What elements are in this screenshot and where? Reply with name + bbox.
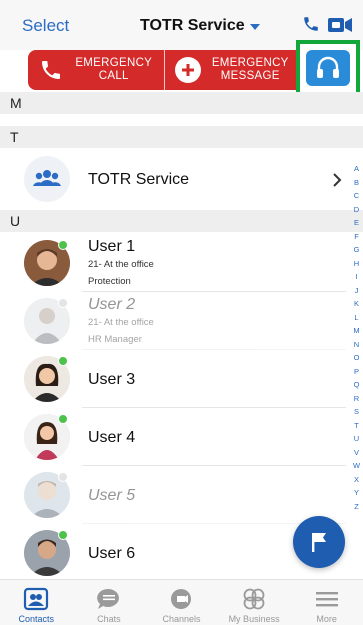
index-letter[interactable]: C	[354, 189, 359, 203]
tab-contacts[interactable]: Contacts	[0, 580, 73, 625]
online-status-dot	[58, 240, 68, 250]
tab-channels[interactable]: Channels	[145, 580, 218, 625]
contact-name: User 1	[88, 238, 136, 255]
index-letter[interactable]: H	[354, 257, 359, 271]
index-letter[interactable]: K	[354, 297, 359, 311]
flag-icon	[312, 533, 326, 552]
section-header-m: M	[0, 92, 363, 114]
tab-label: My Business	[228, 614, 280, 624]
flag-button[interactable]	[293, 516, 345, 568]
bottom-tab-bar: Contacts Chats Channels My Business More	[0, 579, 363, 625]
index-letter[interactable]: V	[354, 446, 359, 460]
alphabet-index[interactable]: ABCDEFGHIJKLMNOPQRSTUVWXYZ	[350, 162, 363, 513]
index-letter[interactable]: Q	[354, 378, 360, 392]
index-letter[interactable]: F	[354, 230, 359, 244]
contact-row-user-2[interactable]: User 2 21- At the office HR Manager	[0, 292, 346, 350]
page-title: TOTR Service	[140, 17, 245, 34]
select-button[interactable]: Select	[22, 16, 69, 36]
contact-name: User 4	[88, 429, 136, 446]
index-letter[interactable]: W	[353, 459, 360, 473]
online-status-dot	[58, 356, 68, 366]
headset-highlight	[296, 40, 360, 96]
contact-row-totr-service[interactable]: TOTR Service	[0, 150, 346, 208]
group-avatar	[24, 156, 70, 202]
online-status-dot	[58, 530, 68, 540]
index-letter[interactable]: B	[354, 176, 359, 190]
title-dropdown[interactable]: TOTR Service	[140, 17, 260, 35]
index-letter[interactable]: J	[355, 284, 359, 298]
section-header-u: U	[0, 210, 363, 232]
index-letter[interactable]: L	[354, 311, 358, 325]
tab-label: Contacts	[18, 614, 55, 624]
emergency-message-line2: MESSAGE	[220, 70, 280, 82]
index-letter[interactable]: U	[354, 432, 359, 446]
headset-icon	[317, 56, 339, 78]
index-letter[interactable]: G	[354, 243, 360, 257]
caret-down-icon	[249, 24, 260, 30]
tab-label: More	[316, 614, 337, 624]
chats-icon	[94, 586, 124, 612]
tab-label: Channels	[162, 614, 201, 624]
contact-role: HR Manager	[88, 334, 142, 345]
index-letter[interactable]: P	[354, 365, 359, 379]
contact-status-text: 21- At the office	[88, 317, 154, 328]
emergency-call-button[interactable]: EMERGENCY CALL	[28, 50, 164, 90]
group-icon	[33, 170, 61, 186]
tab-chats[interactable]: Chats	[73, 580, 146, 625]
headset-button[interactable]	[306, 50, 350, 86]
index-letter[interactable]: Y	[354, 486, 359, 500]
emergency-message-label: EMERGENCY MESSAGE	[201, 57, 301, 83]
index-letter[interactable]: R	[354, 392, 359, 406]
add-message-icon	[174, 57, 201, 83]
index-letter[interactable]: M	[353, 324, 359, 338]
contact-name: User 3	[88, 371, 136, 388]
contact-name: User 6	[88, 545, 136, 562]
tab-my-business[interactable]: My Business	[218, 580, 291, 625]
more-icon	[312, 586, 342, 612]
emergency-call-label: EMERGENCY CALL	[64, 57, 164, 83]
section-header-t: T	[0, 126, 363, 148]
index-letter[interactable]: Z	[354, 500, 359, 514]
offline-status-dot	[58, 298, 68, 308]
index-letter[interactable]: E	[354, 216, 359, 230]
phone-icon	[38, 57, 64, 83]
index-letter[interactable]: D	[354, 203, 359, 217]
index-letter[interactable]: I	[355, 270, 357, 284]
online-status-dot	[58, 414, 68, 424]
emergency-message-button[interactable]: EMERGENCY MESSAGE	[163, 50, 301, 90]
tab-label: Chats	[97, 614, 121, 624]
channels-icon	[166, 586, 196, 612]
my-business-icon	[239, 586, 269, 612]
index-letter[interactable]: N	[354, 338, 359, 352]
index-letter[interactable]: A	[354, 162, 359, 176]
contact-role: Protection	[88, 276, 131, 287]
emergency-message-line1: EMERGENCY	[211, 57, 289, 69]
emergency-bar: EMERGENCY CALL EMERGENCY MESSAGE	[28, 50, 300, 90]
contact-row-user-1[interactable]: User 1 21- At the office Protection	[0, 234, 346, 292]
contact-row-user-4[interactable]: User 4	[0, 408, 346, 466]
contact-name: User 2	[88, 296, 136, 313]
index-letter[interactable]: X	[354, 473, 359, 487]
offline-status-dot	[58, 472, 68, 482]
contact-name: TOTR Service	[88, 171, 190, 188]
contact-row-user-5[interactable]: User 5	[0, 466, 346, 524]
video-icon[interactable]	[328, 17, 352, 33]
tab-more[interactable]: More	[290, 580, 363, 625]
index-letter[interactable]: S	[354, 405, 359, 419]
emergency-call-line2: CALL	[98, 70, 129, 82]
index-letter[interactable]: O	[354, 351, 360, 365]
contacts-icon	[21, 586, 51, 612]
phone-icon[interactable]	[302, 15, 320, 33]
index-letter[interactable]: T	[354, 419, 359, 433]
chevron-right-icon	[333, 173, 342, 187]
contact-row-user-3[interactable]: User 3	[0, 350, 346, 408]
contact-name: User 5	[88, 487, 136, 504]
emergency-call-line1: EMERGENCY	[75, 57, 153, 69]
contact-status-text: 21- At the office	[88, 259, 154, 270]
